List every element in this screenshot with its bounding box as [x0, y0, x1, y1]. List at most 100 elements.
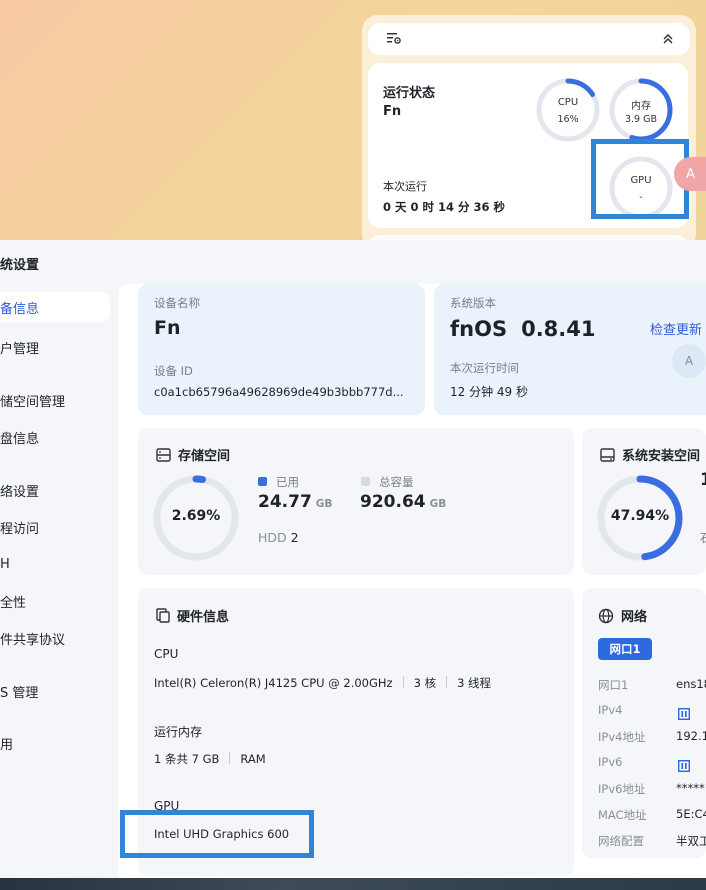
net-key-port: 网口1: [598, 678, 629, 692]
ram-section-label: 运行内存: [154, 725, 203, 739]
sidebar-item-network[interactable]: 络设置: [0, 475, 39, 505]
hardware-title: 硬件信息: [156, 606, 229, 625]
hardware-title-text: 硬件信息: [177, 610, 230, 625]
sidebar-item-label: 盘信息: [0, 431, 40, 447]
storage-icon: [156, 447, 171, 462]
system-uptime-value: 12 分钟 49 秒: [450, 385, 528, 399]
disk-type: HDD: [258, 530, 287, 545]
device-name-label: 设备名称: [154, 296, 200, 310]
sidebar-item-users[interactable]: 户管理: [0, 332, 39, 362]
device-id-value: c0a1cb65796a49628969de49b3bbb777d...: [154, 385, 404, 399]
network-card: 网络 网口1 网口1 ens18 IPv4 IPv4地址 192.1( IPv6…: [582, 588, 706, 858]
net-val-config: 半双工: [676, 834, 706, 848]
storage-title: 存储空间: [156, 445, 230, 464]
sidebar-item-label: 用: [0, 737, 14, 753]
widget-settings-icon[interactable]: [386, 30, 402, 49]
system-version-label: 系统版本: [450, 296, 496, 310]
net-key-ipv4: IPv4: [598, 703, 623, 717]
sidebar-item-security[interactable]: 全性: [0, 586, 26, 616]
cpu-section-label: CPU: [154, 647, 179, 661]
window-title: 统设置: [0, 258, 40, 273]
net-key-config: 网络配置: [598, 834, 644, 848]
sidebar-item-label: 户管理: [0, 341, 40, 357]
net-val-port: ens18: [676, 677, 706, 691]
hardware-icon: [156, 608, 170, 623]
sidebar-item-remote-access[interactable]: 程访问: [0, 512, 39, 542]
globe-icon: [598, 608, 614, 623]
system-disk-title-text: 系统安装空间: [622, 449, 701, 464]
total-label: 总容量: [379, 475, 414, 489]
total-value: 920.64 GB: [360, 492, 446, 512]
cpu-model: Intel(R) Celeron(R) J4125 CPU @ 2.00GHz: [154, 676, 393, 690]
sidebar-item-storage[interactable]: 储空间管理: [0, 385, 65, 415]
memory-value: 3.9 GB: [624, 114, 657, 125]
translate-float-button[interactable]: A: [674, 157, 706, 191]
total-number: 920.64: [360, 492, 426, 512]
sidebar-item-label: 储空间管理: [0, 394, 66, 410]
cpu-cores: 3 核: [413, 676, 437, 690]
sidebar-item-apps[interactable]: 用: [0, 728, 13, 758]
ram-details: 1 条共 7 GB RAM: [154, 751, 266, 767]
sidebar-item-dns-management[interactable]: S 管理: [0, 676, 38, 706]
sidebar-item-label: H: [0, 556, 10, 572]
cpu-label: CPU: [557, 97, 579, 108]
network-title: 网络: [598, 606, 647, 625]
taskbar: [0, 878, 706, 890]
system-disk-icon: [600, 447, 615, 462]
gpu-model-highlight: [120, 810, 314, 858]
net-val-ipv6-address: *****: [676, 781, 705, 795]
uptime-label: 本次运行: [383, 180, 427, 193]
sidebar: 统设置 备信息 户管理 储空间管理 盘信息 络设置 程访问 H 全性 件共享协议…: [0, 240, 118, 880]
sidebar-item-label: 全性: [0, 595, 27, 611]
net-key-ipv6: IPv6: [598, 755, 623, 769]
content-area: 设备名称 Fn 设备 ID c0a1cb65796a49628969de49b3…: [118, 284, 706, 880]
net-val-ipv4-address: 192.1(: [676, 729, 706, 743]
used-value: 24.77 GB: [258, 492, 332, 512]
cpu-details: Intel(R) Celeron(R) J4125 CPU @ 2.00GHz 3…: [154, 675, 491, 691]
ram-type: RAM: [240, 752, 266, 766]
device-id-label: 设备 ID: [154, 364, 193, 378]
tab-port-1[interactable]: 网口1: [598, 638, 652, 660]
used-legend-swatch: [258, 477, 267, 486]
sidebar-item-label: 程访问: [0, 521, 40, 537]
system-uptime-label: 本次运行时间: [450, 361, 519, 375]
used-number: 24.77: [258, 492, 312, 512]
sidebar-item-device-info[interactable]: 备信息: [0, 292, 110, 322]
net-key-ipv6-address: IPv6地址: [598, 782, 646, 796]
uptime-value: 0 天 0 时 14 分 36 秒: [383, 200, 506, 214]
disk-summary: HDD 2: [258, 530, 299, 545]
storage-gauge: 2.69%: [152, 474, 240, 562]
translate-icon: A: [686, 166, 695, 182]
net-key-mac: MAC地址: [598, 808, 647, 822]
net-val-mac: 5E:C4: [676, 807, 706, 821]
settings-window: 统设置 备信息 户管理 储空间管理 盘信息 络设置 程访问 H 全性 件共享协议…: [0, 240, 706, 880]
system-disk-gauge: 47.94%: [596, 474, 684, 562]
sidebar-item-label: 络设置: [0, 484, 40, 500]
system-disk-card: 系统安装空间 47.94% 1 石: [582, 428, 706, 575]
ipv4-toggle-icon[interactable]: [677, 705, 691, 724]
widget-toolbar: [368, 23, 690, 55]
device-card: 设备名称 Fn 设备 ID c0a1cb65796a49628969de49b3…: [138, 284, 425, 415]
collapse-chevron-icon[interactable]: [662, 30, 674, 49]
sidebar-item-label: 件共享协议: [0, 632, 66, 648]
sidebar-item-disks[interactable]: 盘信息: [0, 422, 39, 452]
sidebar-item-file-sharing[interactable]: 件共享协议: [0, 623, 65, 653]
ipv6-toggle-icon[interactable]: [677, 757, 691, 776]
device-name-value: Fn: [154, 317, 181, 339]
ram-sticks: 1 条共 7 GB: [154, 752, 220, 766]
system-disk-used-clipped: 1: [700, 470, 706, 490]
check-update-link[interactable]: 检查更新: [650, 319, 702, 338]
system-version-value: fnOS 0.8.41: [450, 317, 595, 341]
system-version-card: 系统版本 fnOS 0.8.41 检查更新 本次运行时间 12 分钟 49 秒 A: [434, 284, 706, 415]
sidebar-item-ssh[interactable]: H: [0, 549, 10, 579]
system-disk-title: 系统安装空间: [600, 445, 700, 464]
disk-count: 2: [290, 530, 299, 545]
total-unit: GB: [429, 498, 447, 510]
sidebar-item-label: S 管理: [0, 685, 39, 701]
translate-icon[interactable]: A: [672, 344, 706, 378]
memory-gauge: 内存 3.9 GB: [608, 77, 674, 143]
storage-card: 存储空间 2.69% 已用 24.77 GB 总容量 920.64 GB HDD 2: [138, 428, 574, 575]
sidebar-item-label: 备信息: [0, 301, 40, 317]
cpu-value: 16%: [557, 114, 579, 125]
device-name: Fn: [383, 104, 402, 119]
